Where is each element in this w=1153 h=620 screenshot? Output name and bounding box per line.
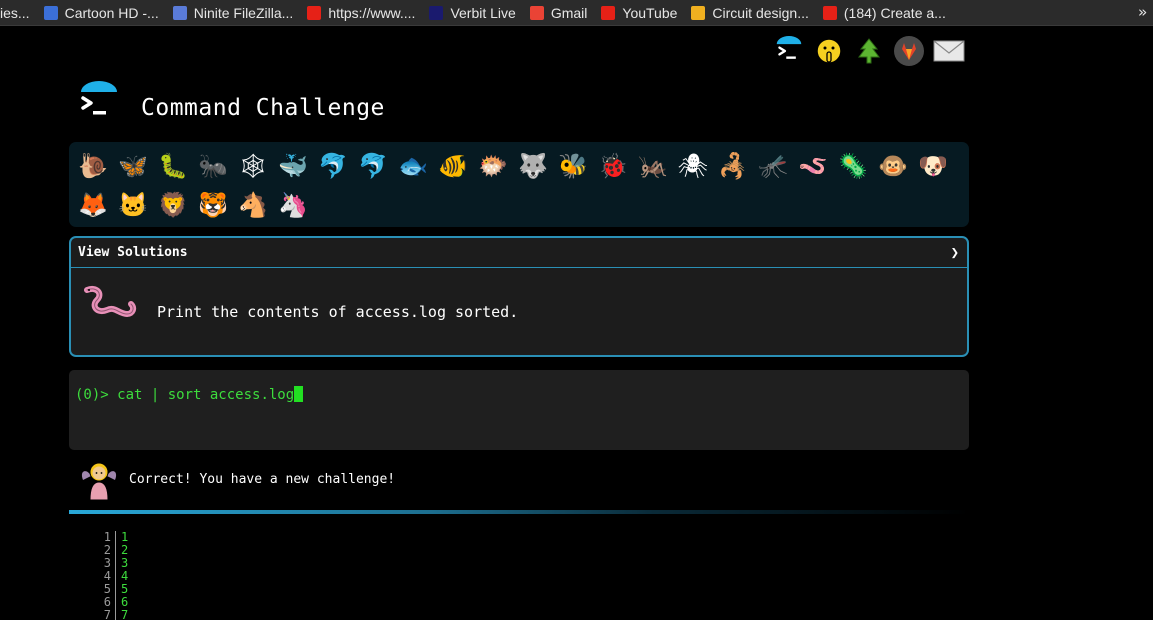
bookmark-favicon-icon [529,5,544,20]
bookmark-item[interactable]: YouTube [594,0,684,25]
critter-challenge-icon[interactable]: 🐬 [313,146,353,185]
bookmark-label: ies... [0,4,30,21]
bookmark-item[interactable]: https://www.... [300,0,422,25]
critter-challenge-icon[interactable]: 🐶 [913,146,953,185]
bookmark-label: Cartoon HD -... [64,4,159,21]
command-output: 1234567 1234567 [100,531,128,620]
progress-bar-fill [69,510,969,514]
challenge-body: Print the contents of access.log sorted. [71,268,967,355]
critter-challenge-icon[interactable]: 🐺 [513,146,553,185]
shushing-face-icon[interactable] [812,34,845,67]
challenge-description: Print the contents of access.log sorted. [157,303,519,321]
bookmark-favicon-icon [601,5,616,20]
bookmark-label: YouTube [622,4,678,21]
bookmark-item[interactable]: Cartoon HD -... [37,0,166,25]
critter-challenge-icon[interactable]: 🐱 [113,185,153,224]
view-solutions-label: View Solutions [78,245,188,260]
gitlab-icon[interactable] [892,34,925,67]
critter-challenge-icon[interactable]: 🦁 [153,185,193,224]
critter-challenge-icon[interactable]: 🐬 [353,146,393,185]
critter-challenge-icon[interactable]: 🐟 [393,146,433,185]
critter-challenge-icon[interactable]: 🦠 [833,146,873,185]
critter-challenge-icon[interactable]: 🦗 [633,146,673,185]
critter-challenge-icon[interactable]: 🐜 [193,146,233,185]
output-line: 7 [121,608,129,620]
terminal-cursor [294,386,304,402]
logo-icon [77,80,121,124]
output-line-numbers: 1234567 [100,531,116,620]
progress-bar [69,510,969,514]
page-title: Command Challenge [141,95,385,121]
terminal-prompt: (0)> [75,387,118,403]
bookmarks-overflow-button[interactable]: » [1138,3,1147,21]
bookmark-item[interactable]: Ninite FileZilla... [166,0,301,25]
critter-challenge-icon[interactable]: 🦂 [713,146,753,185]
worm-icon [83,284,139,324]
critter-challenge-icon[interactable]: 🐳 [273,146,313,185]
bookmark-item[interactable]: ies... [0,0,37,25]
bookmark-item[interactable]: Gmail [523,0,595,25]
bookmark-item[interactable]: Verbit Live [422,0,522,25]
bookmark-label: https://www.... [328,4,416,21]
tree-icon[interactable] [852,34,885,67]
critter-challenge-icon[interactable]: 🐯 [193,185,233,224]
bookmark-favicon-icon [429,5,444,20]
critter-challenge-icon[interactable]: 🕸 [233,146,273,185]
bookmark-label: (184) Create a... [843,4,946,21]
critter-challenge-icon[interactable]: 🐞 [593,146,633,185]
critter-challenge-icon[interactable]: 🦊 [73,185,113,224]
critter-challenge-icon[interactable]: 🐡 [473,146,513,185]
bookmark-favicon-icon [822,5,837,20]
challenge-critter-bar: 🐌 🦋 🐛 🐜 🕸 🐳 🐬 🐬 🐟 🐠 🐡 🐺 🐝 🐞 🦗 🕷 🦂 🦟 🪱 🦠 🐵 🐶 🦊 🐱 🦁 🐯 🐴 🦄 [69,142,969,227]
bookmark-label: Verbit Live [450,4,516,21]
critter-challenge-icon[interactable]: 🐴 [233,185,273,224]
bookmark-favicon-icon [691,5,706,20]
line-number: 7 [103,608,111,620]
bookmark-item[interactable]: Circuit design... [684,0,815,25]
bookmark-label: Ninite FileZilla... [193,4,294,21]
top-icons [772,34,965,67]
critter-challenge-icon[interactable]: 🐵 [873,146,913,185]
mail-icon[interactable] [932,34,965,67]
terminal-logo-icon[interactable] [772,34,805,67]
critter-challenge-icon[interactable]: 🐛 [153,146,193,185]
terminal-input[interactable]: (0)> cat | sort access.log [69,370,969,450]
critter-challenge-icon[interactable]: 🐝 [553,146,593,185]
bookmark-favicon-icon [172,5,187,20]
bookmark-label: Gmail [550,4,588,21]
bookmark-favicon-icon [307,5,322,20]
bookmark-item[interactable]: (184) Create a... [816,0,953,25]
critter-challenge-icon[interactable]: 🕷 [673,146,713,185]
critter-challenge-icon[interactable]: 🐌 [73,146,113,185]
terminal-command: cat | sort access.log [117,387,295,403]
critter-challenge-icon[interactable]: 🦄 [273,185,313,224]
chevron-right-icon: ❯ [950,244,959,261]
critter-challenge-icon[interactable]: 🦋 [113,146,153,185]
feedback-message: Correct! You have a new challenge! [129,472,396,487]
critter-challenge-icon[interactable]: 🦟 [753,146,793,185]
fairy-icon [77,458,121,502]
bookmark-label: Circuit design... [712,4,809,21]
critter-challenge-icon[interactable]: 🐠 [433,146,473,185]
view-solutions-toggle[interactable]: View Solutions ❯ [71,238,967,268]
output-lines: 1234567 [116,531,128,620]
bookmarks-bar: ies... Cartoon HD -... Ninite FileZilla...… [0,0,1153,26]
bookmark-favicon-icon [43,5,58,20]
challenge-panel: View Solutions ❯ Print the contents of a… [69,236,969,357]
critter-challenge-icon[interactable]: 🪱 [793,146,833,185]
